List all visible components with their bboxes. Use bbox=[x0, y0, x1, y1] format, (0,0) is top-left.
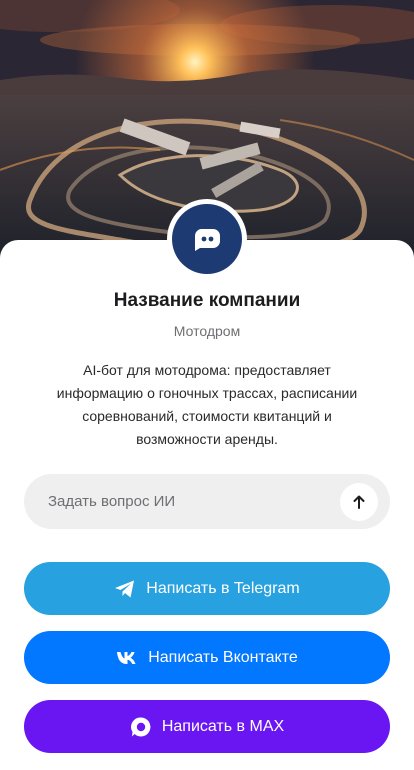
chat-bubble-icon bbox=[194, 229, 220, 251]
max-icon bbox=[130, 716, 152, 738]
arrow-up-icon bbox=[353, 495, 365, 509]
ask-ai-input[interactable] bbox=[24, 474, 340, 529]
vk-icon bbox=[116, 651, 138, 665]
vk-button-label: Написать Вконтакте bbox=[148, 648, 298, 666]
avatar-circle bbox=[172, 204, 242, 274]
company-type: Мотодром bbox=[173, 323, 241, 339]
send-button[interactable] bbox=[340, 482, 378, 521]
company-description: AI-бот для мотодрома: предоставляет инфо… bbox=[56, 362, 358, 447]
company-name: Название компании bbox=[113, 290, 301, 311]
ask-ai-box bbox=[24, 474, 390, 529]
vk-button[interactable]: Написать Вконтакте bbox=[24, 631, 390, 684]
telegram-button-label: Написать в Telegram bbox=[146, 579, 300, 597]
max-button[interactable]: Написать в MAX bbox=[24, 700, 390, 753]
telegram-icon bbox=[114, 579, 136, 599]
max-button-label: Написать в MAX bbox=[161, 717, 285, 735]
company-avatar bbox=[167, 199, 247, 279]
telegram-button[interactable]: Написать в Telegram bbox=[24, 562, 390, 615]
